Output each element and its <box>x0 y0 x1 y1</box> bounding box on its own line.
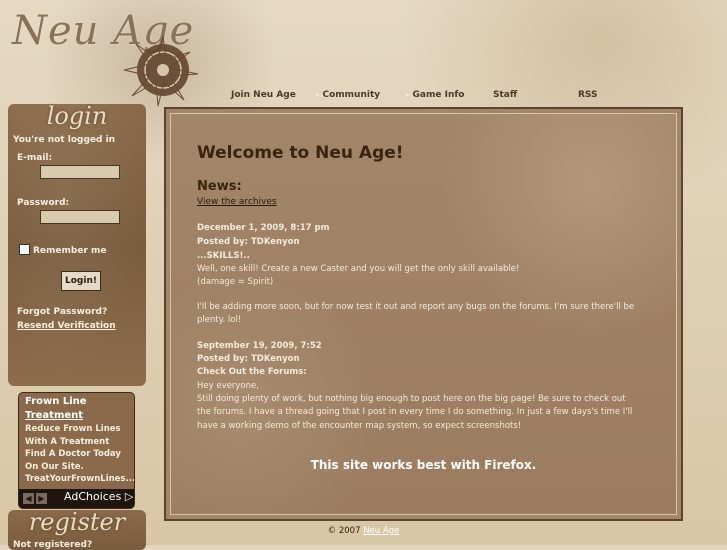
post-body: Hey everyone, <box>197 381 259 391</box>
nav-staff[interactable]: Staff <box>493 90 517 100</box>
bullet-icon: ▸ <box>406 91 410 99</box>
email-field[interactable] <box>40 165 120 179</box>
post-body: I'll be adding more soon, but for now te… <box>197 302 635 326</box>
firefox-note: This site works best with Firefox. <box>310 458 537 472</box>
password-field[interactable] <box>40 210 120 224</box>
login-heading: login <box>46 102 108 130</box>
resend-verification-link[interactable]: Resend Verification <box>17 321 116 331</box>
page-title: Welcome to Neu Age! <box>197 143 404 163</box>
ad-footer: ◀ ▶ AdChoices ▷ <box>19 489 134 508</box>
post-title: ...SKILLS!.. <box>197 251 250 261</box>
adchoices-icon: ▷ <box>124 490 134 503</box>
post-body: Well, one skill! Create a new Caster and… <box>197 264 520 288</box>
nav-game-info[interactable]: ▸ Game Info <box>406 90 464 100</box>
post-title: Check Out the Forums: <box>197 367 307 377</box>
post-date: December 1, 2009, 8:17 pm <box>197 223 330 233</box>
nav-rss[interactable]: RSS <box>578 90 598 100</box>
nav-join[interactable]: Join Neu Age <box>231 90 296 100</box>
ad-choices-link[interactable]: AdChoices ▷ <box>64 490 133 503</box>
forgot-password-link[interactable]: Forgot Password? <box>17 307 107 317</box>
post-author: Posted by: TDKenyon <box>197 354 300 364</box>
remember-label: Remember me <box>33 246 107 256</box>
ad-prev-icon[interactable]: ◀ <box>23 493 34 504</box>
password-label: Password: <box>17 198 70 208</box>
email-label: E-mail: <box>17 153 53 163</box>
remember-checkbox[interactable] <box>19 244 30 255</box>
login-panel: login You're not logged in E-mail: Passw… <box>8 102 146 386</box>
ad-next-icon[interactable]: ▶ <box>36 493 47 504</box>
archives-link[interactable]: View the archives <box>197 197 277 207</box>
login-button[interactable]: Login! <box>61 271 101 291</box>
ad-box[interactable]: Frown Line Treatment Reduce Frown Lines … <box>18 392 135 509</box>
post-body: Still doing plenty of work, but nothing … <box>197 394 633 431</box>
footer-copyright: © 2007 <box>327 526 361 536</box>
footer-link[interactable]: Neu Age <box>363 526 399 536</box>
news-heading: News: <box>197 179 242 194</box>
footer: © 2007 Neu Age <box>0 526 727 536</box>
post-author: Posted by: TDKenyon <box>197 237 300 247</box>
ad-title[interactable]: Frown Line Treatment <box>25 395 87 423</box>
register-status: Not registered? <box>13 540 93 550</box>
ad-body[interactable]: Reduce Frown Lines With A Treatment Find… <box>25 423 134 486</box>
bullet-icon: ▸ <box>316 91 320 99</box>
login-status: You're not logged in <box>13 135 116 145</box>
post-date: September 19, 2009, 7:52 <box>197 341 322 351</box>
nav-community[interactable]: ▸ Community <box>316 90 380 100</box>
